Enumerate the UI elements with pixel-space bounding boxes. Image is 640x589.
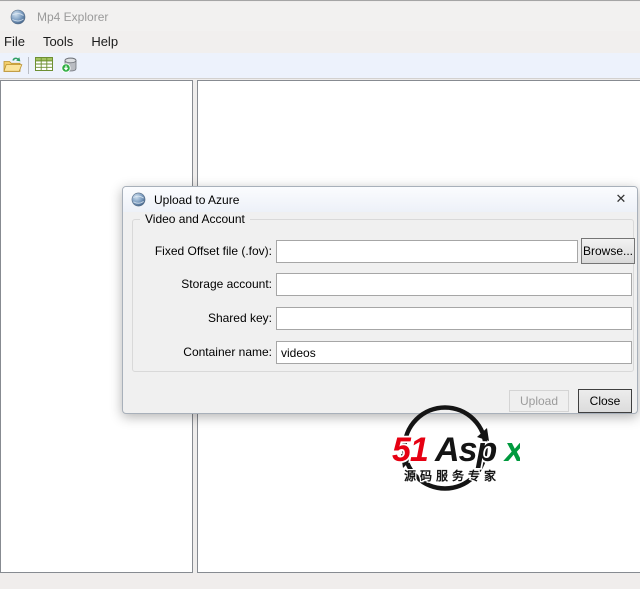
close-button[interactable]: Close xyxy=(578,389,632,413)
menu-file[interactable]: File xyxy=(0,31,34,53)
menu-bar: File Tools Help xyxy=(0,31,640,53)
upload-button[interactable]: Upload xyxy=(509,390,569,412)
browse-button[interactable]: Browse... xyxy=(581,238,635,264)
dialog-close-icon[interactable]: ✕ xyxy=(612,190,630,208)
groupbox-title: Video and Account xyxy=(140,212,250,226)
fixed-offset-input[interactable] xyxy=(276,240,578,263)
dialog-title: Upload to Azure xyxy=(154,192,240,207)
window-titlebar: Mp4 Explorer xyxy=(0,2,640,31)
shared-key-label: Shared key: xyxy=(207,311,272,325)
dialog-globe-icon xyxy=(131,192,146,207)
status-bar xyxy=(0,574,640,589)
container-name-input[interactable] xyxy=(276,341,632,364)
menu-help[interactable]: Help xyxy=(82,31,127,53)
video-account-groupbox: Video and Account Fixed Offset file (.fo… xyxy=(132,212,635,372)
upload-database-icon xyxy=(61,56,79,76)
window-title: Mp4 Explorer xyxy=(37,9,109,24)
open-folder-icon xyxy=(3,56,23,76)
container-name-label: Container name: xyxy=(183,345,272,359)
storage-account-label: Storage account: xyxy=(181,277,272,291)
toolbar-separator xyxy=(28,57,29,74)
upload-to-azure-button[interactable] xyxy=(57,54,83,78)
metadata-grid-icon xyxy=(35,57,53,74)
menu-tools[interactable]: Tools xyxy=(34,31,82,53)
app-globe-icon xyxy=(10,9,26,25)
dialog-titlebar[interactable]: Upload to Azure ✕ xyxy=(123,187,637,212)
storage-account-input[interactable] xyxy=(276,273,632,296)
app-window: Mp4 Explorer File Tools Help Upload to A… xyxy=(0,0,640,589)
upload-to-azure-dialog: Upload to Azure ✕ Video and Account Fixe… xyxy=(122,186,638,414)
fixed-offset-label: Fixed Offset file (.fov): xyxy=(154,244,272,258)
toolbar xyxy=(0,53,640,79)
metadata-grid-button[interactable] xyxy=(31,54,57,78)
shared-key-input[interactable] xyxy=(276,307,632,330)
open-file-button[interactable] xyxy=(0,54,26,78)
